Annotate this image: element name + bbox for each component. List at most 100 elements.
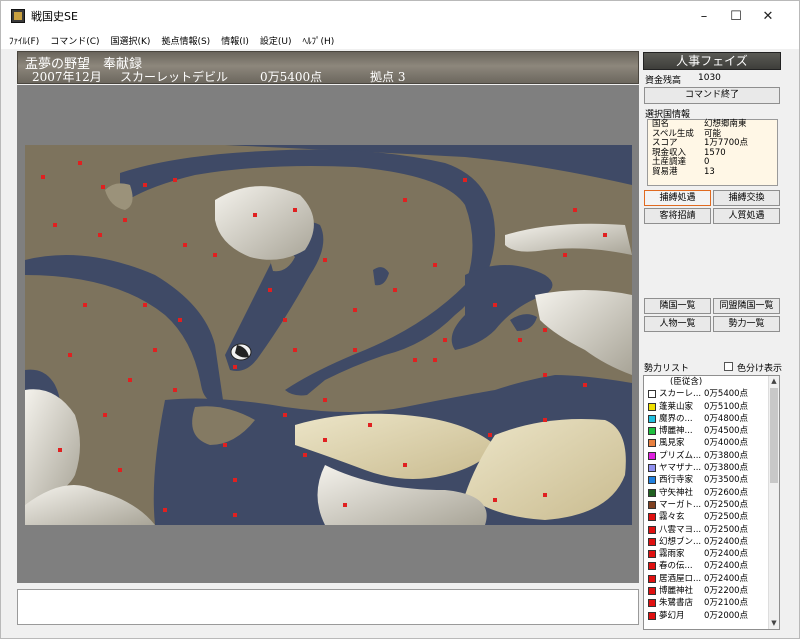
- territory-marker[interactable]: [233, 513, 237, 517]
- faction-row[interactable]: 夢幻月 0万2000点: [644, 610, 779, 622]
- territory-marker[interactable]: [293, 348, 297, 352]
- territory-marker[interactable]: [353, 308, 357, 312]
- scroll-thumb[interactable]: [770, 388, 778, 483]
- menu-help[interactable]: ﾍﾙﾌﾟ(H): [303, 34, 335, 47]
- territory-marker[interactable]: [493, 498, 497, 502]
- prisoner-exchange-button[interactable]: 捕縛交換: [713, 190, 780, 206]
- territory-marker[interactable]: [143, 183, 147, 187]
- scroll-up-icon[interactable]: ▲: [769, 376, 779, 387]
- scroll-down-icon[interactable]: ▼: [769, 618, 779, 629]
- territory-marker[interactable]: [433, 263, 437, 267]
- territory-marker[interactable]: [543, 418, 547, 422]
- territory-marker[interactable]: [543, 373, 547, 377]
- territory-marker[interactable]: [493, 303, 497, 307]
- neighbor-list-button[interactable]: 隣国一覧: [644, 298, 711, 314]
- menu-base-info[interactable]: 拠点情報(S): [161, 34, 210, 47]
- territory-marker[interactable]: [283, 318, 287, 322]
- color-toggle-checkbox[interactable]: [724, 362, 733, 371]
- territory-marker[interactable]: [583, 383, 587, 387]
- faction-row[interactable]: ヤマザナ... 0万3800点: [644, 462, 779, 474]
- faction-row[interactable]: 春の伝... 0万2400点: [644, 560, 779, 572]
- territory-marker[interactable]: [543, 493, 547, 497]
- menu-country-select[interactable]: 国選択(K): [111, 34, 151, 47]
- faction-row[interactable]: 八雲マヨ... 0万2500点: [644, 524, 779, 536]
- territory-marker[interactable]: [78, 161, 82, 165]
- territory-marker[interactable]: [178, 318, 182, 322]
- faction-row[interactable]: 蓬莱山家 0万5100点: [644, 401, 779, 413]
- allied-neighbor-list-button[interactable]: 同盟隣国一覧: [713, 298, 780, 314]
- territory-marker[interactable]: [293, 208, 297, 212]
- list-scrollbar[interactable]: ▲ ▼: [768, 376, 779, 629]
- hostage-treatment-button[interactable]: 人質処遇: [713, 208, 780, 224]
- menu-info[interactable]: 情報(I): [221, 34, 249, 47]
- territory-marker[interactable]: [488, 433, 492, 437]
- invite-guest-general-button[interactable]: 客将招請: [644, 208, 711, 224]
- faction-row[interactable]: 風見家 0万4000点: [644, 437, 779, 449]
- faction-listbox[interactable]: (臣従含) スカーレ... 0万5400点 蓬莱山家 0万5100点 魔界の... 0万4…: [643, 375, 780, 630]
- territory-marker[interactable]: [233, 478, 237, 482]
- territory-marker[interactable]: [101, 185, 105, 189]
- territory-marker[interactable]: [68, 353, 72, 357]
- territory-marker[interactable]: [98, 233, 102, 237]
- prisoner-treatment-button[interactable]: 捕縛処遇: [644, 190, 711, 206]
- territory-marker[interactable]: [118, 468, 122, 472]
- end-command-button[interactable]: コマンド終了: [644, 87, 780, 104]
- territory-marker[interactable]: [163, 508, 167, 512]
- close-button[interactable]: ✕: [745, 1, 791, 31]
- character-list-button[interactable]: 人物一覧: [644, 316, 711, 332]
- territory-marker[interactable]: [128, 378, 132, 382]
- territory-marker[interactable]: [123, 218, 127, 222]
- faction-row[interactable]: スカーレ... 0万5400点: [644, 388, 779, 400]
- territory-marker[interactable]: [223, 443, 227, 447]
- faction-row[interactable]: 居酒屋ロ... 0万2400点: [644, 573, 779, 585]
- territory-marker[interactable]: [268, 288, 272, 292]
- territory-marker[interactable]: [433, 358, 437, 362]
- faction-row[interactable]: 霧雨家 0万2400点: [644, 548, 779, 560]
- territory-marker[interactable]: [41, 175, 45, 179]
- menu-file[interactable]: ﾌｧｲﾙ(F): [9, 34, 39, 47]
- map-canvas[interactable]: [25, 145, 632, 525]
- territory-marker[interactable]: [323, 438, 327, 442]
- territory-marker[interactable]: [323, 258, 327, 262]
- territory-marker[interactable]: [403, 463, 407, 467]
- territory-marker[interactable]: [443, 338, 447, 342]
- territory-marker[interactable]: [393, 288, 397, 292]
- territory-marker[interactable]: [543, 328, 547, 332]
- faction-list-button[interactable]: 勢力一覧: [713, 316, 780, 332]
- faction-row[interactable]: 博麗神... 0万4500点: [644, 425, 779, 437]
- territory-marker[interactable]: [368, 423, 372, 427]
- territory-marker[interactable]: [413, 358, 417, 362]
- territory-marker[interactable]: [233, 365, 237, 369]
- territory-marker[interactable]: [518, 338, 522, 342]
- territory-marker[interactable]: [103, 413, 107, 417]
- territory-marker[interactable]: [353, 348, 357, 352]
- territory-marker[interactable]: [143, 303, 147, 307]
- faction-row[interactable]: マーガト... 0万2500点: [644, 499, 779, 511]
- territory-marker[interactable]: [283, 413, 287, 417]
- faction-row[interactable]: プリズム... 0万3800点: [644, 450, 779, 462]
- territory-marker[interactable]: [323, 398, 327, 402]
- faction-row[interactable]: 霧々玄 0万2500点: [644, 511, 779, 523]
- territory-marker[interactable]: [173, 388, 177, 392]
- territory-marker[interactable]: [253, 213, 257, 217]
- world-map[interactable]: [25, 145, 632, 525]
- territory-marker[interactable]: [463, 178, 467, 182]
- territory-marker[interactable]: [58, 448, 62, 452]
- territory-marker[interactable]: [573, 208, 577, 212]
- menu-settings[interactable]: 設定(U): [260, 34, 292, 47]
- territory-marker[interactable]: [563, 253, 567, 257]
- territory-marker[interactable]: [183, 243, 187, 247]
- territory-marker[interactable]: [603, 233, 607, 237]
- territory-marker[interactable]: [343, 503, 347, 507]
- faction-row[interactable]: 魔界の... 0万4800点: [644, 413, 779, 425]
- menu-command[interactable]: コマンド(C): [50, 34, 99, 47]
- territory-marker[interactable]: [53, 223, 57, 227]
- faction-row[interactable]: 朱鷺書店 0万2100点: [644, 597, 779, 609]
- faction-row[interactable]: 守矢神社 0万2600点: [644, 487, 779, 499]
- faction-row[interactable]: 博麗神社 0万2200点: [644, 585, 779, 597]
- faction-row[interactable]: 西行寺家 0万3500点: [644, 474, 779, 486]
- territory-marker[interactable]: [173, 178, 177, 182]
- faction-row[interactable]: 幻想ブン... 0万2400点: [644, 536, 779, 548]
- territory-marker[interactable]: [83, 303, 87, 307]
- territory-marker[interactable]: [403, 198, 407, 202]
